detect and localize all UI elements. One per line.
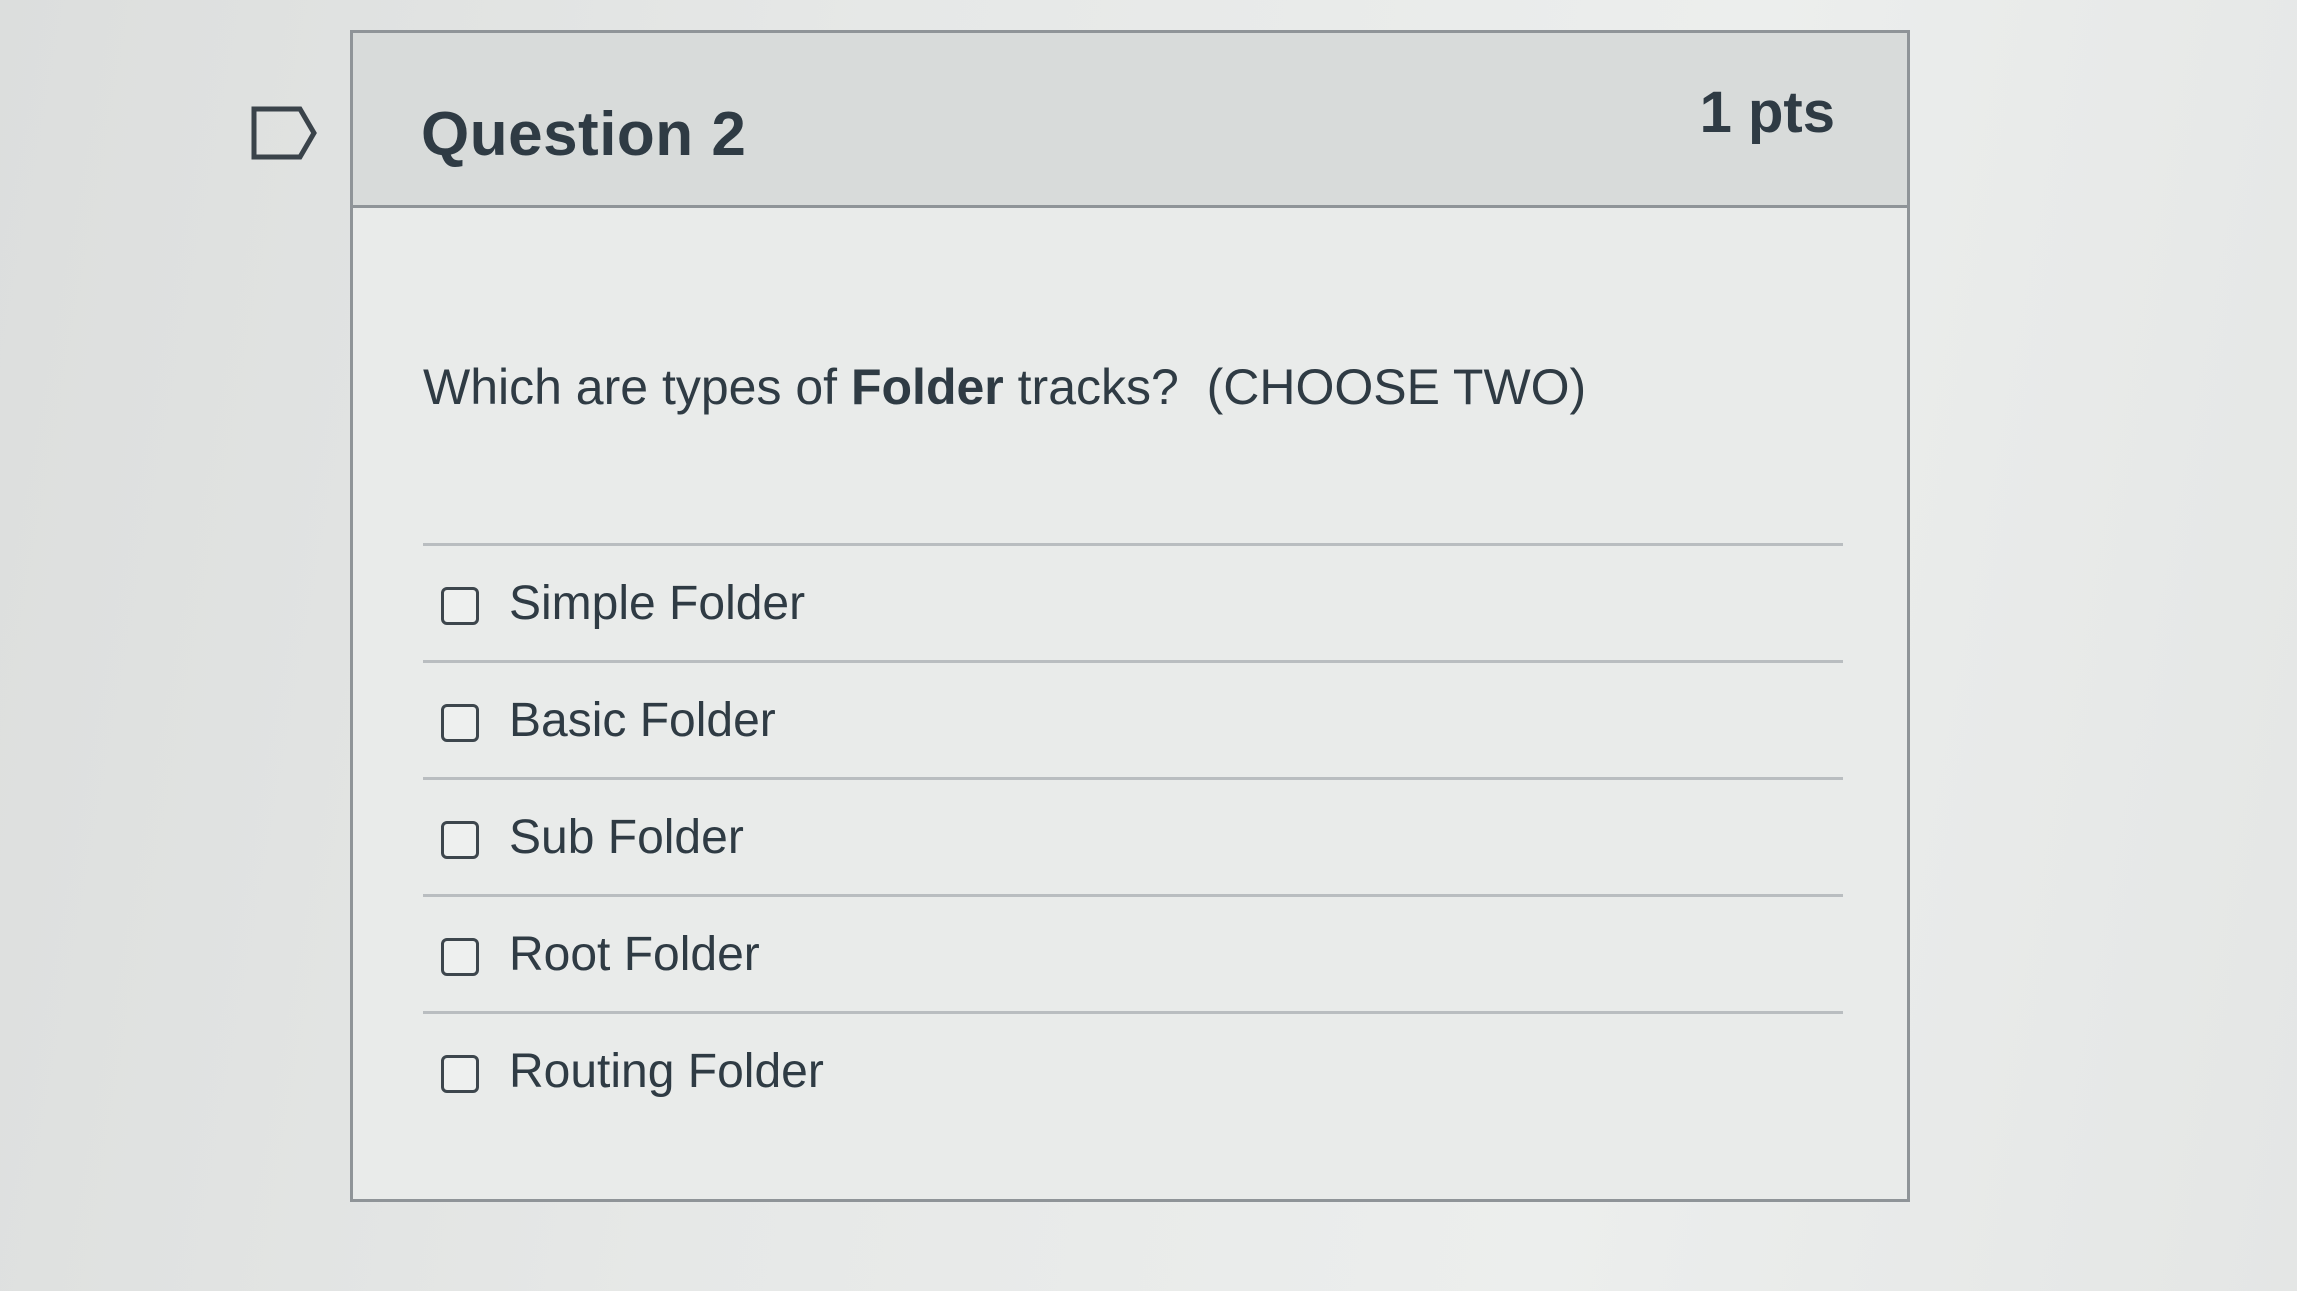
- question-header: Question 2 1 pts: [353, 33, 1907, 208]
- answer-checkbox[interactable]: [441, 938, 479, 976]
- question-text: Which are types of Folder tracks? (CHOOS…: [423, 358, 1586, 416]
- answer-checkbox[interactable]: [441, 587, 479, 625]
- question-text-end: tracks? (CHOOSE TWO): [1003, 359, 1587, 415]
- answer-label[interactable]: Basic Folder: [509, 693, 776, 748]
- answer-option[interactable]: Sub Folder: [423, 780, 1843, 897]
- answer-option[interactable]: Root Folder: [423, 897, 1843, 1014]
- answer-list: Simple Folder Basic Folder Sub Folder Ro…: [423, 543, 1843, 1131]
- question-text-bold: Folder: [850, 359, 1004, 415]
- answer-label[interactable]: Sub Folder: [509, 810, 744, 865]
- answer-option[interactable]: Routing Folder: [423, 1014, 1843, 1131]
- answer-label[interactable]: Simple Folder: [509, 576, 805, 631]
- answer-option[interactable]: Basic Folder: [423, 663, 1843, 780]
- answer-label[interactable]: Root Folder: [509, 927, 760, 982]
- answer-checkbox[interactable]: [441, 821, 479, 859]
- question-title: Question 2: [421, 100, 747, 169]
- flag-question-icon[interactable]: [250, 103, 320, 163]
- question-points: 1 pts: [1699, 80, 1835, 145]
- question-text-start: Which are types of: [423, 359, 851, 415]
- answer-option[interactable]: Simple Folder: [423, 546, 1843, 663]
- answer-checkbox[interactable]: [441, 704, 479, 742]
- question-card: Question 2 1 pts Which are types of Fold…: [350, 30, 1910, 1202]
- answer-checkbox[interactable]: [441, 1055, 479, 1093]
- answer-label[interactable]: Routing Folder: [509, 1044, 824, 1099]
